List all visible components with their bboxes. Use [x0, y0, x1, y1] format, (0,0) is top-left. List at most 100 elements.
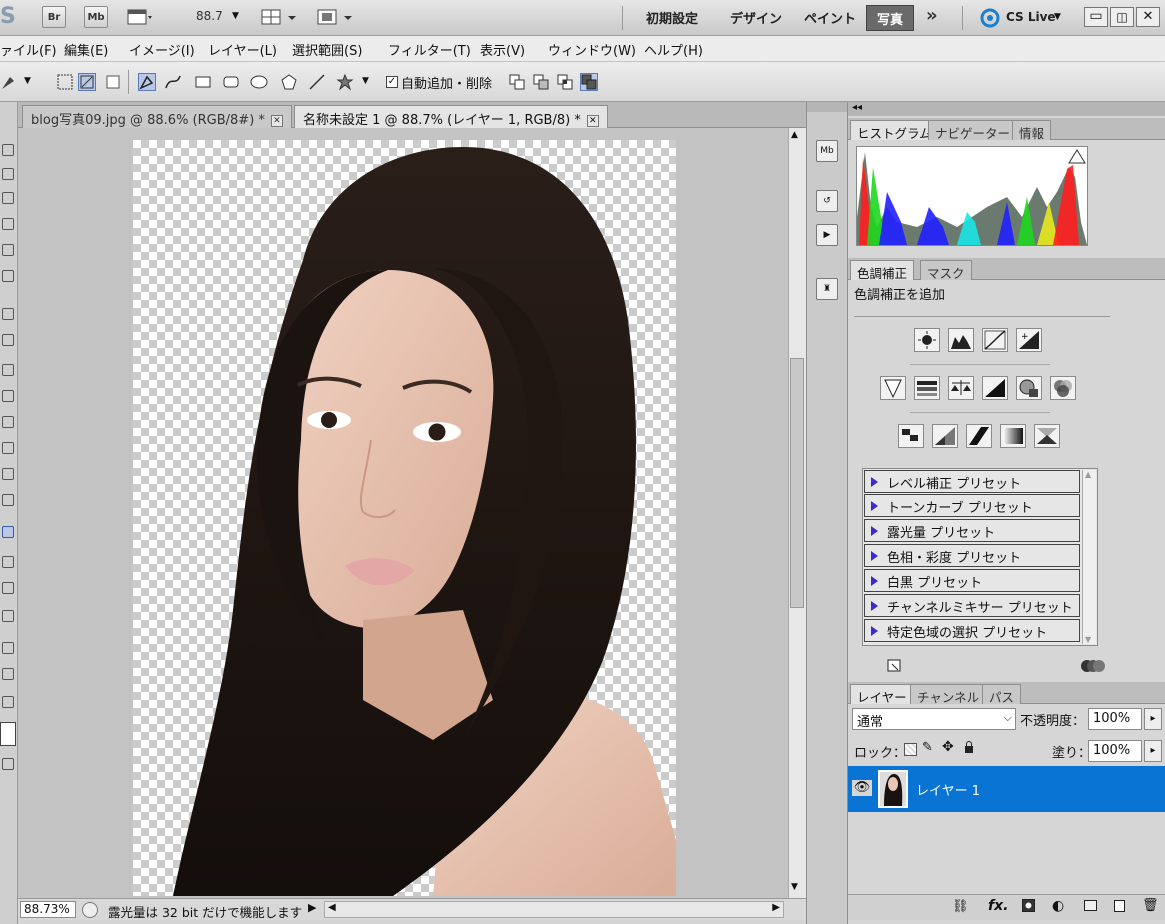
- freeform-pen-icon[interactable]: [164, 73, 182, 91]
- scroll-down-icon[interactable]: ▼: [791, 882, 798, 892]
- shape-chevron-down-icon[interactable]: ▼: [362, 76, 369, 86]
- preset-exposure[interactable]: 露光量 プリセット: [864, 519, 1080, 542]
- preset-black-white[interactable]: 白黒 プリセット: [864, 569, 1080, 592]
- clone-stamp-icon[interactable]: [2, 364, 14, 376]
- restore-button[interactable]: ◫: [1110, 7, 1134, 27]
- rounded-rectangle-icon[interactable]: [222, 73, 240, 91]
- arrange-documents-button[interactable]: [260, 8, 300, 26]
- collapse-arrows-icon[interactable]: ◂◂: [852, 102, 862, 113]
- levels-icon[interactable]: [948, 328, 974, 352]
- tab-adjustments[interactable]: 色調補正: [850, 260, 915, 281]
- eraser-tool-icon[interactable]: [2, 416, 14, 428]
- new-adjustment-layer-icon[interactable]: ◐: [1052, 898, 1064, 914]
- more-workspaces-button[interactable]: »: [926, 5, 938, 26]
- type-tool-icon[interactable]: [2, 556, 14, 568]
- panels-collapse-bar[interactable]: ◂◂: [848, 102, 1165, 116]
- path-combine-exclude-icon[interactable]: [580, 73, 598, 91]
- lock-image-icon[interactable]: ✎: [922, 740, 933, 755]
- zoom-level[interactable]: 88.7: [196, 9, 223, 23]
- preset-chevron-down-icon[interactable]: ▼: [24, 76, 31, 86]
- cs-live-chevron-down-icon[interactable]: ▼: [1054, 12, 1061, 22]
- path-select-tool-icon[interactable]: [2, 582, 14, 594]
- clone-source-dock-icon[interactable]: ♜: [816, 278, 838, 300]
- status-info-icon[interactable]: [82, 902, 98, 918]
- screen-mode-button[interactable]: [316, 8, 356, 26]
- actions-dock-icon[interactable]: ▶: [816, 224, 838, 246]
- vertical-scrollbar[interactable]: ▲ ▼: [788, 128, 806, 898]
- layer-name[interactable]: レイヤー 1: [916, 780, 980, 799]
- zoom-field[interactable]: 88.73%: [20, 901, 76, 918]
- layer-visibility-eye-icon[interactable]: 👁: [852, 780, 872, 796]
- zoom-tool-icon[interactable]: [2, 668, 14, 680]
- path-combine-intersect-icon[interactable]: [556, 73, 574, 91]
- quick-select-tool-icon[interactable]: [2, 218, 14, 230]
- dock-collapse-bar[interactable]: [807, 102, 847, 112]
- preset-selective-color[interactable]: 特定色域の選択 プリセット: [864, 619, 1080, 642]
- rotate-view-icon[interactable]: [2, 696, 14, 708]
- hand-tool-icon[interactable]: [2, 642, 14, 654]
- quick-mask-icon[interactable]: [2, 758, 14, 770]
- presets-scrollbar[interactable]: ▲ ▼: [1082, 470, 1096, 644]
- tab-masks[interactable]: マスク: [920, 260, 972, 281]
- preset-levels[interactable]: レベル補正 プリセット: [864, 470, 1080, 493]
- tab-untitled-1[interactable]: 名称未設定 1 @ 88.7% (レイヤー 1, RGB/8) * ✕: [294, 105, 608, 128]
- auto-add-delete-checkbox[interactable]: ✓: [386, 76, 398, 88]
- minimize-button[interactable]: ▭: [1084, 7, 1108, 27]
- menu-view[interactable]: 表示(V): [480, 40, 525, 59]
- hue-saturation-icon[interactable]: [914, 376, 940, 400]
- black-white-icon[interactable]: [982, 376, 1008, 400]
- horizontal-scrollbar[interactable]: ◀ ▶: [324, 901, 784, 918]
- new-group-icon[interactable]: [1084, 900, 1097, 911]
- pen-tool-icon[interactable]: [138, 73, 156, 91]
- tab-blog-photo[interactable]: blog写真09.jpg @ 88.6% (RGB/8#) * ✕: [22, 105, 292, 128]
- return-to-list-icon[interactable]: [886, 658, 904, 674]
- menu-filter[interactable]: フィルター(T): [388, 40, 471, 59]
- menu-edit[interactable]: 編集(E): [64, 40, 108, 59]
- opacity-field[interactable]: 100%: [1088, 708, 1142, 730]
- new-layer-icon[interactable]: [1114, 900, 1125, 912]
- gradient-tool-icon[interactable]: [2, 442, 14, 454]
- photo-filter-icon[interactable]: [1016, 376, 1042, 400]
- clip-to-layer-icon[interactable]: [1080, 658, 1106, 674]
- preset-hue-saturation[interactable]: 色相・彩度 プリセット: [864, 544, 1080, 567]
- delete-layer-trash-icon[interactable]: 🗑: [1142, 898, 1159, 913]
- scroll-left-icon[interactable]: ◀: [328, 902, 336, 913]
- scroll-up-icon[interactable]: ▲: [791, 130, 798, 140]
- bridge-button[interactable]: Br: [42, 6, 66, 28]
- layer-style-fx-icon[interactable]: fx.: [988, 898, 1008, 914]
- threshold-icon[interactable]: [966, 424, 992, 448]
- view-extras-button[interactable]: [126, 8, 152, 26]
- shape-tool-icon[interactable]: [2, 610, 14, 622]
- tab-paths[interactable]: パス: [982, 684, 1022, 705]
- menu-image[interactable]: イメージ(I): [129, 40, 195, 59]
- polygon-tool-icon[interactable]: [280, 73, 298, 91]
- rectangle-tool-icon[interactable]: [194, 73, 212, 91]
- lock-transparent-icon[interactable]: [904, 743, 917, 756]
- curves-icon[interactable]: [982, 328, 1008, 352]
- path-combine-add-icon[interactable]: [508, 73, 526, 91]
- preset-curves[interactable]: トーンカーブ プリセット: [864, 494, 1080, 517]
- mini-bridge-dock-icon[interactable]: Mb: [816, 140, 838, 162]
- document-canvas[interactable]: [133, 140, 676, 896]
- vibrance-icon[interactable]: [880, 376, 906, 400]
- line-tool-icon[interactable]: [308, 73, 326, 91]
- blend-mode-select[interactable]: 通常 ⌵: [852, 708, 1016, 730]
- close-icon[interactable]: ✕: [586, 115, 599, 127]
- custom-shape-icon[interactable]: [336, 73, 354, 91]
- scrollbar-thumb[interactable]: [790, 358, 804, 608]
- mini-bridge-button[interactable]: Mb: [84, 6, 108, 28]
- status-menu-arrow-icon[interactable]: ▶: [308, 901, 316, 914]
- scroll-right-icon[interactable]: ▶: [772, 902, 780, 913]
- menu-window[interactable]: ウィンドウ(W): [548, 40, 636, 59]
- menu-help[interactable]: ヘルプ(H): [644, 40, 703, 59]
- invert-icon[interactable]: [898, 424, 924, 448]
- exposure-icon[interactable]: +: [1016, 328, 1042, 352]
- eyedropper-tool-icon[interactable]: [2, 270, 14, 282]
- fill-pixels-icon[interactable]: [104, 73, 122, 91]
- ellipse-tool-icon[interactable]: [250, 73, 268, 91]
- history-brush-icon[interactable]: [2, 390, 14, 402]
- scroll-down-icon[interactable]: ▼: [1085, 635, 1091, 644]
- scroll-up-icon[interactable]: ▲: [1085, 470, 1091, 479]
- pen-tool-selected-icon[interactable]: [2, 526, 14, 538]
- brightness-contrast-icon[interactable]: [914, 328, 940, 352]
